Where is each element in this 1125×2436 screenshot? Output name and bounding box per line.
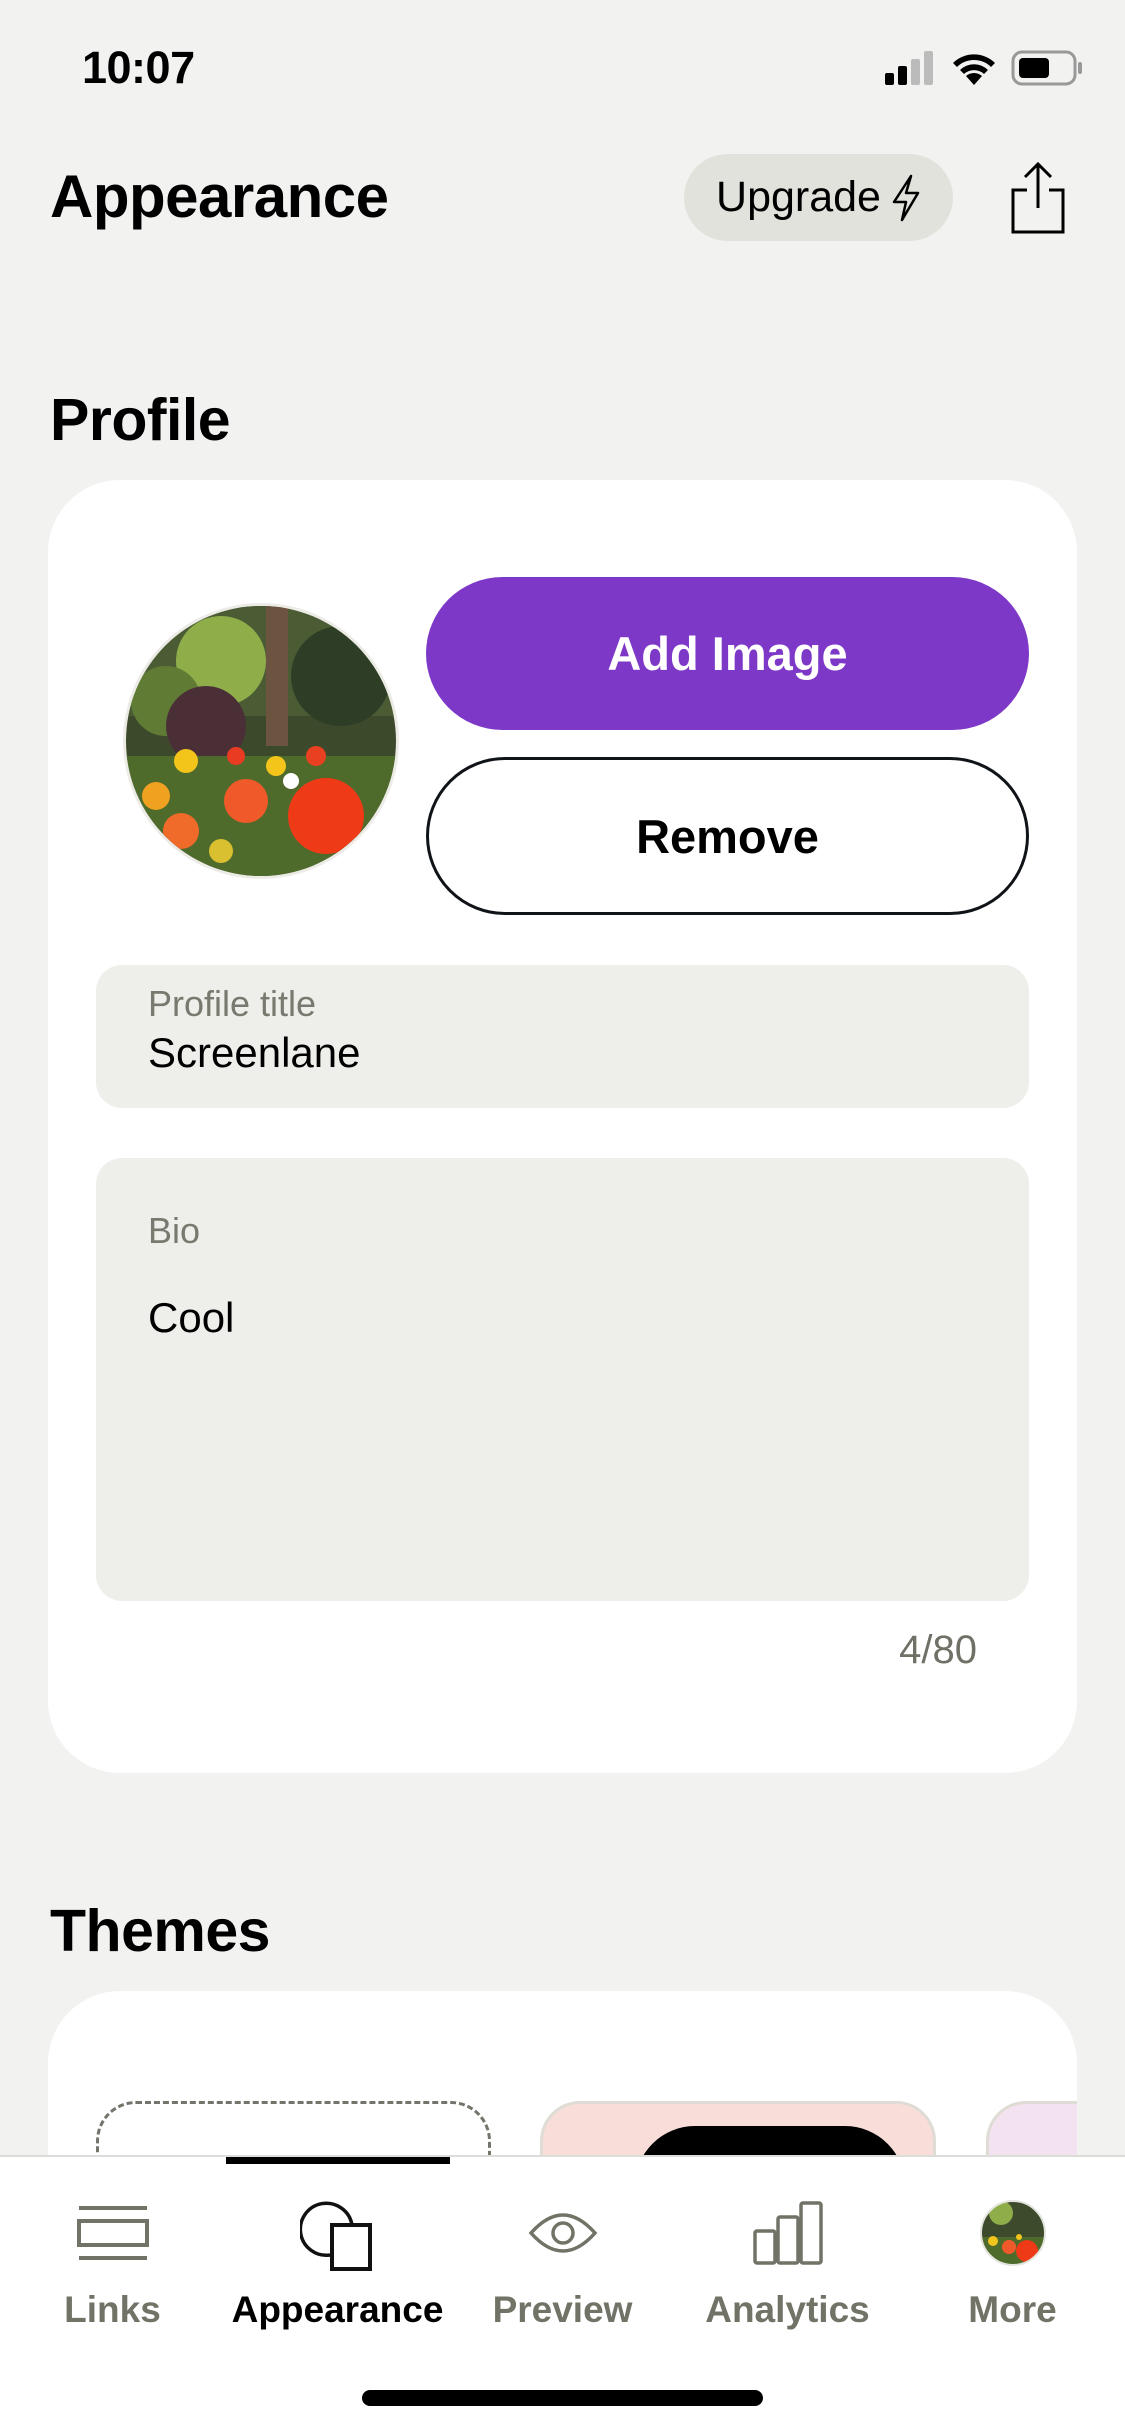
profile-title-field[interactable]: Profile title Screenlane bbox=[96, 965, 1029, 1108]
profile-title-input[interactable]: Screenlane bbox=[148, 1029, 360, 1077]
upgrade-button[interactable]: Upgrade bbox=[684, 154, 953, 241]
upgrade-label: Upgrade bbox=[716, 173, 881, 221]
tab-analytics-label: Analytics bbox=[705, 2289, 870, 2330]
battery-icon bbox=[1011, 50, 1082, 86]
share-icon bbox=[1011, 161, 1065, 234]
status-time: 10:07 bbox=[82, 42, 195, 93]
share-button[interactable] bbox=[1005, 160, 1071, 236]
profile-avatar[interactable] bbox=[123, 603, 399, 879]
tab-links-label: Links bbox=[64, 2289, 161, 2330]
tab-more-label: More bbox=[968, 2289, 1057, 2330]
tab-preview-label: Preview bbox=[492, 2289, 633, 2330]
bio-char-count: 4/80 bbox=[899, 1628, 977, 1672]
page-title: Appearance bbox=[50, 163, 389, 230]
bio-field[interactable]: Bio Cool bbox=[96, 1158, 1029, 1601]
eye-icon bbox=[527, 2187, 599, 2279]
tab-preview[interactable]: Preview bbox=[450, 2187, 675, 2337]
tab-appearance[interactable]: Appearance bbox=[225, 2187, 450, 2337]
links-icon bbox=[75, 2187, 151, 2279]
themes-heading: Themes bbox=[50, 1898, 270, 1964]
add-image-button[interactable]: Add Image bbox=[426, 577, 1029, 730]
tab-appearance-label: Appearance bbox=[231, 2289, 444, 2330]
tab-analytics[interactable]: Analytics bbox=[675, 2187, 900, 2337]
signal-icon bbox=[885, 51, 933, 85]
avatar-icon bbox=[979, 2187, 1047, 2279]
home-indicator bbox=[362, 2390, 763, 2406]
bar-chart-icon bbox=[752, 2187, 824, 2279]
tab-more[interactable]: More bbox=[900, 2187, 1125, 2337]
appearance-icon bbox=[299, 2187, 376, 2279]
active-tab-indicator bbox=[226, 2157, 450, 2164]
wifi-icon bbox=[953, 54, 995, 85]
lightning-icon bbox=[892, 174, 920, 221]
status-icons bbox=[885, 50, 1083, 86]
avatar-image bbox=[126, 606, 396, 876]
tab-links[interactable]: Links bbox=[0, 2187, 225, 2337]
profile-title-label: Profile title bbox=[148, 983, 317, 1024]
remove-image-button[interactable]: Remove bbox=[426, 757, 1029, 915]
bio-label: Bio bbox=[148, 1210, 201, 1251]
bio-input[interactable]: Cool bbox=[148, 1294, 234, 1342]
profile-heading: Profile bbox=[50, 387, 231, 453]
